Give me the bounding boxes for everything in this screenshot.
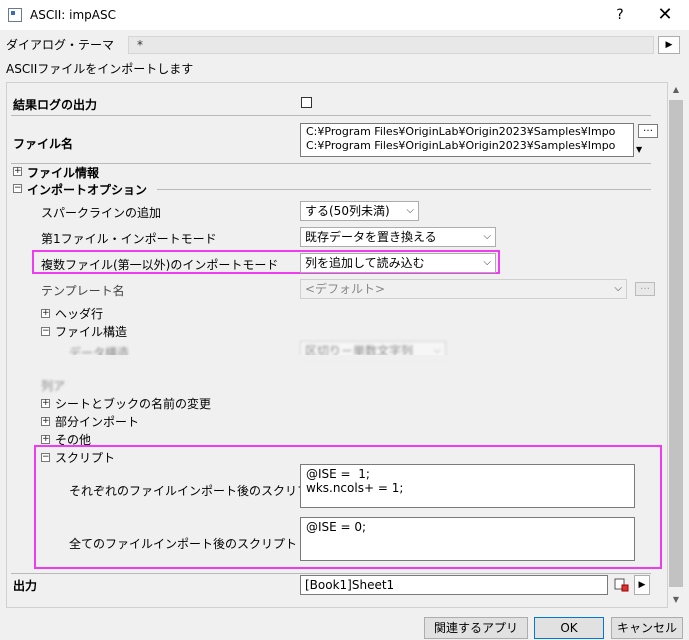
title-bar: ASCII: impASC ? ✕	[0, 0, 689, 30]
theme-menu-arrow-icon[interactable]: ▶	[658, 36, 680, 54]
window-title: ASCII: impASC	[30, 8, 116, 22]
each-script-input[interactable]: @ISE = 1; wks.ncols+ = 1;	[300, 464, 635, 508]
expand-icon[interactable]: +	[41, 417, 50, 426]
dialog-description: ASCIIファイルをインポートします	[6, 62, 194, 76]
expand-icon[interactable]: +	[13, 167, 22, 176]
output-field[interactable]: [Book1]Sheet1	[300, 575, 608, 595]
column-label: 列ア	[41, 379, 66, 393]
filename-label: ファイル名	[13, 137, 74, 151]
multi-file-mode-select[interactable]: 列を追加して読み込む ⌵	[300, 253, 496, 273]
template-browse-button[interactable]: …	[635, 282, 655, 296]
cancel-button[interactable]: キャンセル	[611, 617, 683, 639]
first-file-mode-select[interactable]: 既存データを置き換える ⌵	[300, 227, 496, 247]
sparkline-label: スパークラインの追加	[41, 206, 162, 220]
settings-panel: 結果ログの出力 ファイル名 C:¥Program Files¥OriginLab…	[6, 82, 668, 608]
log-output-checkbox[interactable]	[301, 97, 312, 108]
scroll-up-icon[interactable]: ▲	[668, 82, 684, 98]
import-options-label[interactable]: インポートオプション	[27, 181, 147, 198]
script-label[interactable]: スクリプト	[55, 449, 115, 466]
expand-icon[interactable]: +	[41, 435, 50, 444]
theme-label: ダイアログ・テーマ	[6, 38, 115, 52]
output-menu-arrow-icon[interactable]: ▶	[634, 575, 650, 595]
scroll-down-icon[interactable]: ▼	[668, 592, 684, 608]
collapse-icon[interactable]: −	[41, 453, 50, 462]
chevron-down-icon: ⌵	[483, 257, 491, 268]
collapse-icon[interactable]: −	[41, 327, 50, 336]
filename-line-2: C:¥Program Files¥OriginLab¥Origin2023¥Sa…	[306, 139, 616, 152]
expand-icon[interactable]: +	[41, 309, 50, 318]
multi-file-mode-value: 列を追加して読み込む	[305, 256, 425, 270]
close-button[interactable]: ✕	[648, 3, 682, 27]
filename-field[interactable]: C:¥Program Files¥OriginLab¥Origin2023¥Sa…	[300, 123, 634, 157]
template-select[interactable]: <デフォルト> ⌵	[300, 279, 627, 299]
help-button[interactable]: ?	[605, 3, 635, 27]
divider	[11, 115, 651, 116]
app-icon	[8, 8, 22, 22]
sparkline-value: する(50列未満)	[305, 204, 390, 218]
theme-input[interactable]: *	[128, 36, 654, 54]
all-script-input[interactable]: @ISE = 0;	[300, 517, 635, 561]
divider	[157, 189, 651, 190]
first-file-mode-label: 第1ファイル・インポートモード	[41, 232, 217, 246]
divider	[11, 163, 651, 164]
fade-overlay	[7, 355, 667, 391]
browse-button[interactable]: …	[638, 124, 658, 138]
filename-dropdown-icon[interactable]: ▼	[636, 145, 642, 154]
file-structure-label[interactable]: ファイル構造	[55, 323, 127, 340]
chevron-down-icon: ⌵	[614, 283, 622, 294]
scroll-thumb[interactable]	[669, 100, 683, 587]
template-value: <デフォルト>	[305, 282, 386, 296]
sparkline-select[interactable]: する(50列未満) ⌵	[300, 201, 419, 221]
all-script-label: 全てのファイルインポート後のスクリプト	[69, 537, 298, 551]
panel-scrollbar[interactable]: ▲ ▼	[668, 82, 684, 608]
chevron-down-icon: ⌵	[483, 231, 491, 242]
related-apps-button[interactable]: 関連するアプリ	[424, 617, 528, 639]
log-output-label: 結果ログの出力	[13, 98, 98, 112]
filename-line-1: C:¥Program Files¥OriginLab¥Origin2023¥Sa…	[306, 125, 616, 138]
each-script-label: それぞれのファイルインポート後のスクリプト	[69, 484, 322, 498]
template-label: テンプレート名	[41, 284, 125, 298]
header-rows-label[interactable]: ヘッダ行	[55, 305, 103, 322]
rename-label[interactable]: シートとブックの名前の変更	[55, 395, 211, 412]
multi-file-mode-label: 複数ファイル(第一以外)のインポートモード	[41, 258, 279, 272]
divider	[11, 573, 651, 574]
chevron-down-icon: ⌵	[406, 205, 414, 216]
expand-icon[interactable]: +	[41, 399, 50, 408]
output-label: 出力	[13, 579, 38, 593]
fileinfo-label[interactable]: ファイル情報	[27, 164, 99, 181]
select-range-icon[interactable]	[613, 576, 631, 594]
collapse-icon[interactable]: −	[13, 184, 22, 193]
partial-import-label[interactable]: 部分インポート	[55, 413, 139, 430]
ok-button[interactable]: OK	[534, 617, 604, 639]
first-file-mode-value: 既存データを置き換える	[305, 230, 437, 244]
